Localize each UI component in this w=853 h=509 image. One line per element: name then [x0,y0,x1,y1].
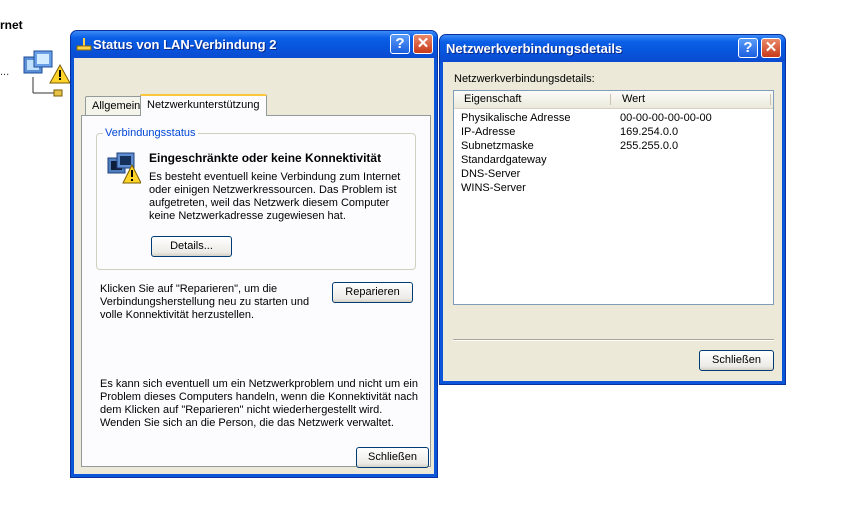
background-window-title: rnet [0,18,23,32]
value-cell: 00-00-00-00-00-00 [620,112,712,124]
separator-line [453,339,774,341]
property-cell: Standardgateway [461,154,547,166]
warning-network-icon [107,152,142,187]
repair-hint-line: Verbindungsherstellung neu zu starten un… [100,296,310,308]
property-cell: Physikalische Adresse [461,112,571,124]
help-text-line: Problem dieses Computers handeln, wenn d… [100,391,418,403]
details-button[interactable]: Details... [151,236,232,257]
network-status-icon [76,37,92,54]
details-close-button[interactable]: Schließen [699,350,774,371]
tab-allgemein[interactable]: Allgemein [85,96,148,116]
network-connection-icon[interactable] [20,47,71,102]
table-row[interactable]: Physikalische Adresse 00-00-00-00-00-00 [454,112,773,126]
value-cell: 255.255.0.0 [620,140,679,152]
column-divider[interactable] [610,94,611,105]
warning-line: Es besteht eventuell keine Verbindung zu… [149,171,401,183]
column-header-property[interactable]: Eigenschaft [464,93,521,105]
column-header-value[interactable]: Wert [622,93,645,105]
repair-hint-line: volle Konnektivität herzustellen. [100,309,255,321]
repair-hint-line: Klicken Sie auf "Reparieren", um die [100,283,278,295]
warning-line: keine Netzwerkadresse zugewiesen hat. [149,210,346,222]
property-cell: Subnetzmaske [461,140,534,152]
help-text-line: dem Klicken auf "Reparieren" nicht wiede… [100,404,383,416]
warning-line: aufgetreten, weil das Netzwerk diesem Co… [149,197,390,209]
close-icon: ✕ [764,39,778,56]
close-icon: ✕ [416,35,430,52]
help-text-line: Wenden Sie sich an die Person, die das N… [100,417,394,429]
status-window-title: Status von LAN-Verbindung 2 [93,37,277,52]
table-row[interactable]: Standardgateway [454,154,773,168]
property-cell: IP-Adresse [461,126,516,138]
status-close-button[interactable]: Schließen [356,447,429,468]
warning-heading: Eingeschränkte oder keine Konnektivität [149,151,382,165]
details-window-title: Netzwerkverbindungsdetails [446,41,623,56]
help-button[interactable]: ? [738,38,758,58]
tab-panel: Verbindungsstatus Eingeschränkte oder ke… [81,115,431,467]
repair-button[interactable]: Reparieren [332,282,413,303]
help-icon: ? [743,39,753,56]
table-row[interactable]: Subnetzmaske 255.255.0.0 [454,140,773,154]
property-cell: DNS-Server [461,168,521,180]
tab-netzwerkunterstuetzung[interactable]: Netzwerkunterstützung [140,94,267,116]
close-window-button[interactable]: ✕ [413,34,433,54]
listview-header: Eigenschaft Wert [454,91,773,109]
help-icon: ? [395,35,405,52]
property-cell: WINS-Server [461,182,526,194]
status-window: Status von LAN-Verbindung 2 ? ✕ Allgemei… [70,30,438,478]
warning-line: oder einigen Netzwerkressourcen. Das Pro… [149,184,397,196]
help-text-line: Es kann sich eventuell um ein Netzwerkpr… [100,378,418,390]
table-row[interactable]: IP-Adresse 169.254.0.0 [454,126,773,140]
connection-status-group: Verbindungsstatus Eingeschränkte oder ke… [96,127,416,270]
status-window-titlebar[interactable]: Status von LAN-Verbindung 2 ? ✕ [71,31,437,58]
details-listview[interactable]: Eigenschaft Wert Physikalische Adresse 0… [453,90,774,305]
table-row[interactable]: DNS-Server [454,168,773,182]
details-window-titlebar[interactable]: Netzwerkverbindungsdetails ? ✕ [440,35,785,62]
details-window: Netzwerkverbindungsdetails ? ✕ Netzwerkv… [439,34,786,385]
details-label: Netzwerkverbindungsdetails: [454,73,595,85]
details-window-client: Netzwerkverbindungsdetails: Eigenschaft … [443,62,782,381]
column-divider[interactable] [770,94,771,105]
table-row[interactable]: WINS-Server [454,182,773,196]
help-button[interactable]: ? [390,34,410,54]
close-window-button[interactable]: ✕ [761,38,781,58]
group-label: Verbindungsstatus [103,127,198,139]
value-cell: 169.254.0.0 [620,126,679,138]
status-window-client: Allgemein Netzwerkunterstützung Verbindu… [74,58,434,474]
truncated-label: ... [0,66,10,78]
